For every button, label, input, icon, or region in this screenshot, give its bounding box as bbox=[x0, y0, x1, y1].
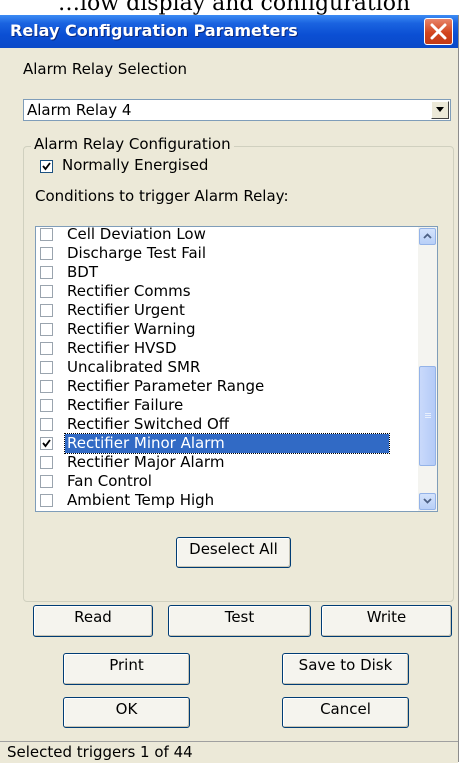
list-item[interactable]: Discharge Test Fail bbox=[36, 244, 419, 263]
ok-button[interactable]: OK bbox=[63, 697, 190, 728]
title-bar[interactable]: Relay Configuration Parameters bbox=[0, 15, 458, 48]
list-item-checkbox[interactable] bbox=[40, 323, 53, 336]
cancel-button[interactable]: Cancel bbox=[282, 697, 409, 728]
scroll-grip-icon bbox=[425, 413, 431, 414]
dropdown-button[interactable] bbox=[431, 101, 449, 119]
read-button[interactable]: Read bbox=[33, 605, 153, 637]
list-item[interactable]: Rectifier HVSD bbox=[36, 339, 419, 358]
close-icon bbox=[430, 23, 447, 40]
test-button[interactable]: Test bbox=[168, 605, 311, 637]
window-title: Relay Configuration Parameters bbox=[10, 21, 298, 40]
list-item-checkbox[interactable] bbox=[40, 456, 53, 469]
list-item-checkbox[interactable] bbox=[40, 380, 53, 393]
list-item-checkbox[interactable] bbox=[40, 418, 53, 431]
list-item[interactable]: Rectifier Comms bbox=[36, 282, 419, 301]
chevron-down-icon bbox=[423, 498, 432, 504]
read-label: Read bbox=[74, 608, 112, 626]
status-bar: Selected triggers 1 of 44 bbox=[0, 741, 458, 763]
write-label: Write bbox=[366, 608, 407, 626]
list-item-checkbox[interactable] bbox=[40, 399, 53, 412]
save-to-disk-label: Save to Disk bbox=[298, 656, 393, 674]
list-item-label: Rectifier HVSD bbox=[67, 339, 177, 357]
alarm-relay-selection-label: Alarm Relay Selection bbox=[23, 60, 188, 78]
list-item-label: Rectifier Switched Off bbox=[67, 415, 230, 433]
list-item[interactable]: Fan Control bbox=[36, 472, 419, 491]
background-text: …low display and configuration bbox=[58, 0, 411, 16]
deselect-all-label: Deselect All bbox=[189, 540, 278, 558]
list-item-label: Discharge Test Fail bbox=[67, 244, 206, 262]
group-title: Alarm Relay Configuration bbox=[31, 135, 234, 153]
normally-energised-label[interactable]: Normally Energised bbox=[62, 156, 208, 174]
status-text: Selected triggers 1 of 44 bbox=[7, 743, 193, 761]
print-label: Print bbox=[109, 656, 144, 674]
list-item-checkbox[interactable] bbox=[40, 266, 53, 279]
conditions-label: Conditions to trigger Alarm Relay: bbox=[35, 187, 289, 205]
list-item-label: Rectifier Parameter Range bbox=[67, 377, 265, 395]
list-item-label: BDT bbox=[67, 263, 99, 281]
test-label: Test bbox=[224, 608, 255, 626]
list-item-checkbox[interactable] bbox=[40, 247, 53, 260]
list-item[interactable]: Rectifier Parameter Range bbox=[36, 377, 419, 396]
deselect-all-button[interactable]: Deselect All bbox=[176, 537, 291, 568]
list-item[interactable]: Rectifier Switched Off bbox=[36, 415, 419, 434]
vertical-scrollbar[interactable] bbox=[418, 227, 437, 511]
scroll-up-button[interactable] bbox=[419, 228, 436, 245]
list-item[interactable]: Uncalibrated SMR bbox=[36, 358, 419, 377]
list-item[interactable]: Rectifier Failure bbox=[36, 396, 419, 415]
list-item-checkbox[interactable] bbox=[40, 285, 53, 298]
list-item[interactable]: Cell Deviation Low bbox=[36, 226, 419, 244]
ok-label: OK bbox=[115, 700, 138, 718]
alarm-relay-select[interactable]: Alarm Relay 4 bbox=[23, 99, 451, 121]
save-to-disk-button[interactable]: Save to Disk bbox=[282, 653, 409, 685]
chevron-down-icon bbox=[436, 107, 444, 112]
write-button[interactable]: Write bbox=[321, 605, 452, 637]
list-item-checkbox[interactable] bbox=[40, 437, 53, 450]
list-item-label: Uncalibrated SMR bbox=[67, 358, 201, 376]
list-item-checkbox[interactable] bbox=[40, 304, 53, 317]
list-item-label: Rectifier Comms bbox=[67, 282, 191, 300]
list-item-label: Rectifier Major Alarm bbox=[67, 453, 225, 471]
conditions-listbox[interactable]: Cell Deviation Low Discharge Test Fail B… bbox=[35, 226, 438, 512]
list-item[interactable]: Rectifier Warning bbox=[36, 320, 419, 339]
list-item-label: Cell Deviation Low bbox=[67, 226, 206, 243]
list-item-label: Rectifier Minor Alarm bbox=[64, 433, 390, 454]
list-item-label: Rectifier Urgent bbox=[67, 301, 185, 319]
list-item[interactable]: Ambient Temp High bbox=[36, 491, 419, 510]
list-item[interactable]: BDT bbox=[36, 263, 419, 282]
checkmark-icon bbox=[42, 439, 51, 448]
list-item[interactable]: Rectifier Major Alarm bbox=[36, 453, 419, 472]
list-item-label: Ambient Temp High bbox=[67, 491, 215, 509]
print-button[interactable]: Print bbox=[63, 653, 190, 685]
list-item-label: Fan Control bbox=[67, 472, 152, 490]
scroll-thumb[interactable] bbox=[419, 366, 436, 466]
list-item-checkbox[interactable] bbox=[40, 475, 53, 488]
list-item-checkbox[interactable] bbox=[40, 228, 53, 241]
list-item-label: Rectifier Warning bbox=[67, 320, 196, 338]
scroll-down-button[interactable] bbox=[419, 493, 436, 510]
normally-energised-checkbox[interactable] bbox=[40, 160, 53, 173]
list-item[interactable]: Rectifier Urgent bbox=[36, 301, 419, 320]
list-item-label: Rectifier Failure bbox=[67, 396, 184, 414]
list-item-checkbox[interactable] bbox=[40, 494, 53, 507]
list-item-checkbox[interactable] bbox=[40, 361, 53, 374]
alarm-relay-select-value: Alarm Relay 4 bbox=[27, 101, 132, 119]
cancel-label: Cancel bbox=[320, 700, 371, 718]
close-button[interactable] bbox=[424, 18, 453, 45]
relay-config-dialog: Relay Configuration Parameters Alarm Rel… bbox=[0, 15, 459, 763]
chevron-up-icon bbox=[423, 233, 432, 239]
checkmark-icon bbox=[42, 162, 51, 171]
list-item-selected[interactable]: Rectifier Minor Alarm bbox=[36, 433, 419, 454]
list-item-checkbox[interactable] bbox=[40, 342, 53, 355]
